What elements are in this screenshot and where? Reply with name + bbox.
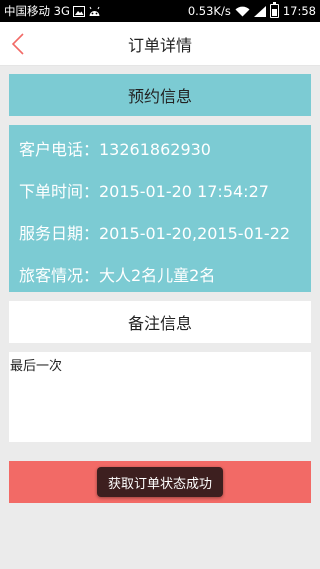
image-notification-icon (72, 5, 85, 17)
remark-section-title: 备注信息 (127, 314, 192, 333)
customer-phone-row: 客户电话：13261862930 (19, 140, 211, 159)
chevron-left-icon (12, 33, 24, 55)
clock-label: 17:58 (282, 4, 316, 18)
page-title: 订单详情 (127, 35, 192, 55)
battery-icon (269, 2, 279, 18)
booking-section-title: 预约信息 (127, 87, 192, 106)
wifi-icon (235, 6, 250, 17)
android-notification-icon (88, 6, 101, 17)
service-date-row: 服务日期：2015-01-20,2015-01-22 (19, 224, 291, 243)
remark-text: 最后一次 (10, 359, 63, 374)
toast-message: 获取订单状态成功 (97, 467, 223, 497)
toast-text: 获取订单状态成功 (107, 476, 212, 492)
network-speed-label: 0.53K/s (187, 4, 231, 18)
order-time-row: 下单时间：2015-01-20 17:54:27 (19, 182, 269, 201)
carrier-label: 中国移动 3G (4, 4, 70, 18)
traveler-info-row: 旅客情况：大人2名儿童2名 (19, 266, 216, 285)
title-bar: 订单详情 (0, 22, 320, 66)
signal-icon (253, 5, 266, 17)
status-bar: 中国移动 3G 0.53K/s 17:58 (0, 0, 320, 22)
remark-text-box: 最后一次 (9, 352, 311, 442)
booking-section-header: 预约信息 (9, 74, 311, 116)
booking-info-panel: 客户电话：13261862930 下单时间：2015-01-20 17:54:2… (9, 125, 311, 292)
remark-section-header: 备注信息 (9, 301, 311, 343)
back-button[interactable] (4, 28, 32, 60)
